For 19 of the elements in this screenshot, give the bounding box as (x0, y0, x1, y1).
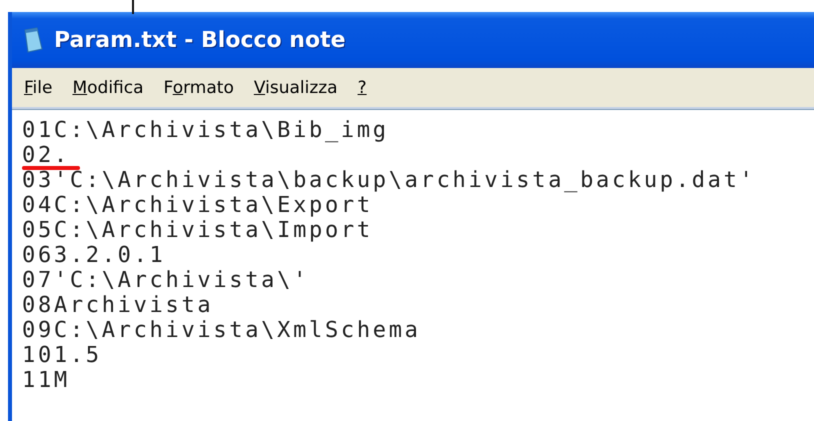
menu-item[interactable]: File (16, 76, 60, 100)
text-line: 02. (22, 143, 70, 168)
text-line: 03'C:\Archivista\backup\archivista_backup.dat' (22, 168, 756, 193)
text-line: 05C:\Archivista\Import (22, 218, 373, 243)
menu-item[interactable]: Visualizza (246, 76, 346, 100)
notepad-icon (22, 27, 44, 53)
cursor-tick (132, 0, 134, 14)
text-line: 101.5 (22, 343, 102, 368)
text-line: 01C:\Archivista\Bib_img (22, 118, 389, 143)
text-line: 11M (22, 368, 70, 393)
window-title: Param.txt - Blocco note (54, 28, 346, 52)
text-line: 09C:\Archivista\XmlSchema (22, 318, 421, 343)
menu-item[interactable]: ? (350, 76, 375, 100)
text-line: 04C:\Archivista\Export (22, 193, 373, 218)
text-line: 08Archivista (22, 293, 214, 318)
menu-item[interactable]: Formato (156, 76, 242, 100)
menu-item[interactable]: Modifica (64, 76, 152, 100)
text-line: 07'C:\Archivista\' (22, 268, 310, 293)
text-line: 063.2.0.1 (22, 243, 166, 268)
